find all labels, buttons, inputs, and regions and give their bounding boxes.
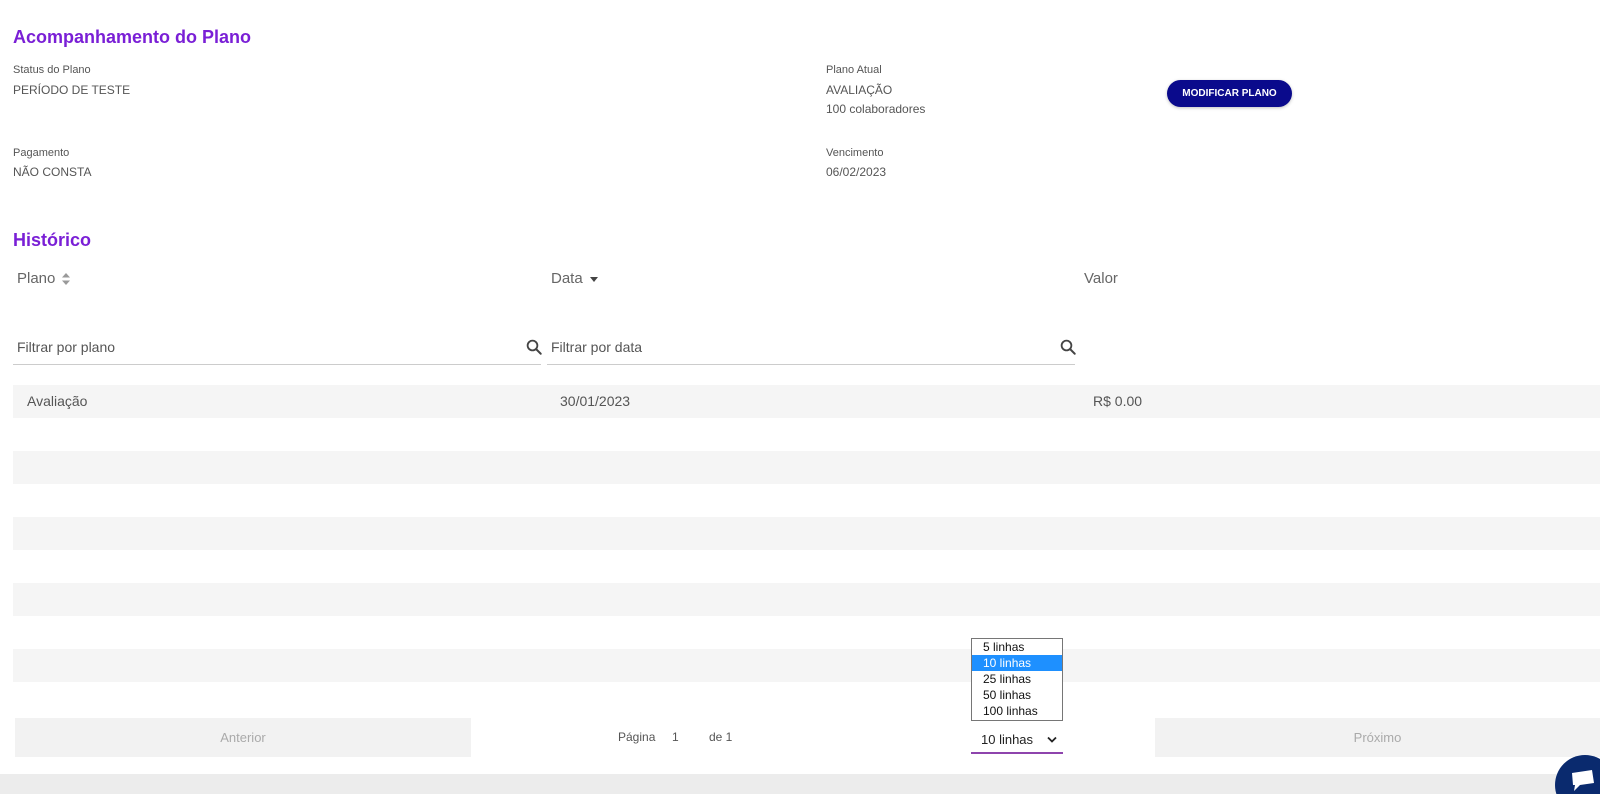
next-button[interactable]: Próximo [1155, 718, 1600, 757]
rows-per-page-dropdown: 5 linhas 10 linhas 25 linhas 50 linhas 1… [971, 638, 1063, 721]
search-icon[interactable] [525, 338, 543, 356]
column-header-data[interactable]: Data [551, 270, 599, 287]
filter-date-field [547, 330, 1077, 365]
table-row-empty [13, 616, 1600, 649]
column-label-data: Data [551, 270, 583, 287]
rows-option-selected[interactable]: 10 linhas [972, 655, 1062, 671]
rows-option[interactable]: 5 linhas [972, 639, 1062, 655]
sort-both-icon [62, 272, 71, 285]
cell-data: 30/01/2023 [560, 393, 631, 409]
filter-plan-input[interactable] [13, 330, 541, 364]
current-plan-sub: 100 colaboradores [826, 102, 926, 116]
chat-icon [1572, 770, 1594, 791]
filter-plan-field [13, 330, 543, 365]
current-plan-label: Plano Atual [826, 64, 882, 76]
table-row-empty [13, 517, 1600, 550]
status-label: Status do Plano [13, 64, 91, 76]
cell-plano: Avaliação [27, 393, 88, 409]
current-plan-value: AVALIAÇÃO [826, 83, 893, 97]
table-row-empty [13, 583, 1600, 616]
rows-option[interactable]: 100 linhas [972, 703, 1062, 719]
due-value: 06/02/2023 [826, 165, 887, 179]
sort-desc-icon [589, 276, 598, 282]
table-row-empty [13, 418, 1600, 451]
page-label: Página [618, 730, 656, 744]
page-number-input[interactable]: 1 [672, 730, 679, 744]
rows-per-page-value: 10 linhas [981, 732, 1034, 747]
status-value: PERÍODO DE TESTE [13, 83, 131, 97]
table-row-empty [13, 550, 1600, 583]
table-row-empty [13, 649, 1600, 682]
cell-valor: R$ 0.00 [1093, 393, 1143, 409]
page-total: de 1 [709, 730, 733, 744]
rows-option[interactable]: 50 linhas [972, 687, 1062, 703]
filter-date-input[interactable] [547, 330, 1075, 364]
column-header-plano[interactable]: Plano [17, 270, 71, 287]
footer-bar [0, 774, 1600, 794]
column-label-valor: Valor [1084, 270, 1118, 287]
previous-button[interactable]: Anterior [15, 718, 471, 757]
table-row-empty [13, 451, 1600, 484]
table-row-empty [13, 484, 1600, 517]
payment-label: Pagamento [13, 147, 70, 159]
search-icon[interactable] [1059, 338, 1077, 356]
table-row[interactable]: Avaliação 30/01/2023 R$ 0.00 [13, 385, 1600, 418]
due-label: Vencimento [826, 147, 884, 159]
modify-plan-button[interactable]: MODIFICAR PLANO [1167, 80, 1292, 107]
column-label-plano: Plano [17, 270, 56, 287]
column-header-valor: Valor [1084, 270, 1118, 287]
chat-button[interactable] [1555, 755, 1600, 794]
rows-per-page-select[interactable]: 10 linhas [971, 727, 1063, 754]
plan-title: Acompanhamento do Plano [13, 27, 252, 47]
payment-value: NÃO CONSTA [13, 165, 92, 179]
table-row-empty [13, 682, 1600, 715]
history-title: Histórico [13, 230, 92, 250]
chevron-down-icon [1047, 736, 1057, 743]
rows-option[interactable]: 25 linhas [972, 671, 1062, 687]
